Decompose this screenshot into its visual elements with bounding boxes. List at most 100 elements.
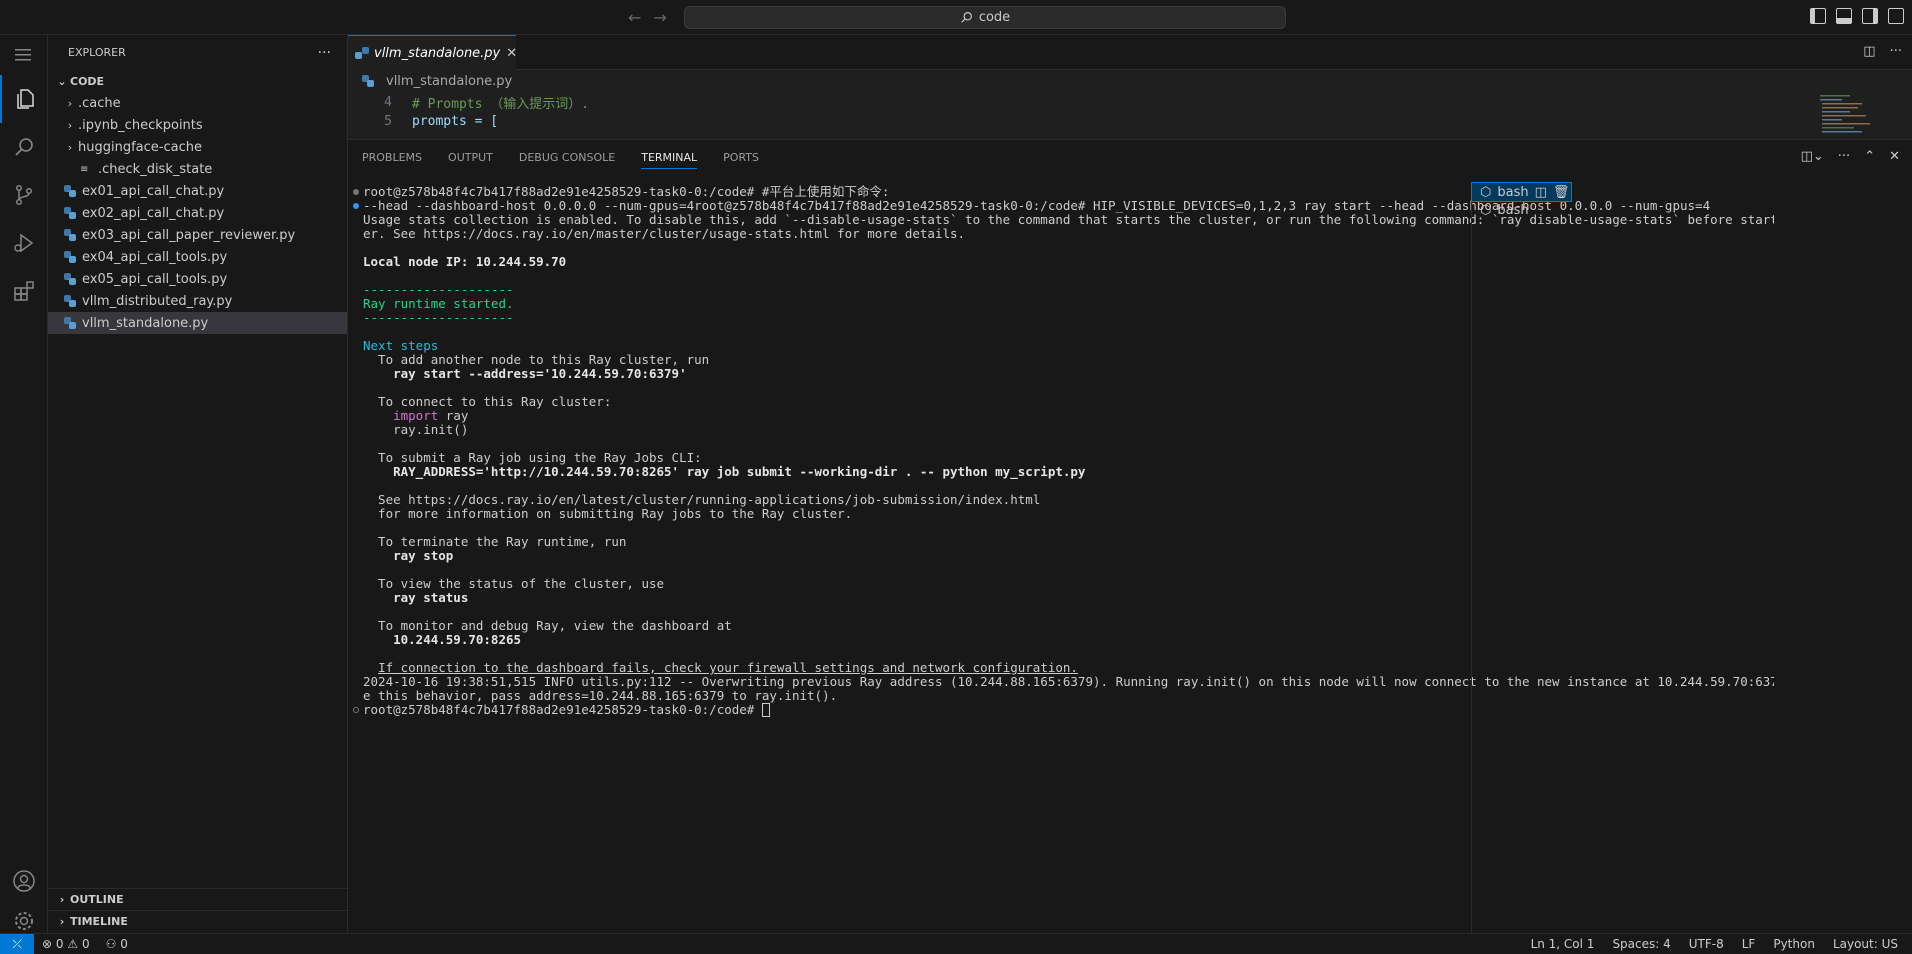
remote-indicator-icon[interactable]: ⤫ — [0, 933, 34, 954]
error-icon: ⊗ — [42, 937, 53, 951]
terminal-tab-label: bash — [1497, 202, 1529, 218]
trash-icon[interactable]: 🗑 — [1553, 185, 1570, 200]
code-comment: # Prompts （输入提示词）. — [412, 97, 590, 112]
chevron-right-icon: › — [59, 893, 65, 906]
tab-problems[interactable]: PROBLEMS — [362, 151, 422, 164]
tree-file-ex02[interactable]: ex02_api_call_chat.py — [48, 202, 347, 224]
terminal-text: To submit a Ray job using the Ray Jobs C… — [363, 451, 702, 465]
split-editor-icon[interactable]: ◫ — [1863, 44, 1875, 59]
tab-ports[interactable]: PORTS — [723, 151, 759, 164]
terminal-icon: ⬡ — [1480, 202, 1492, 218]
search-icon[interactable] — [0, 123, 48, 171]
chevron-right-icon: › — [67, 140, 73, 154]
timeline-label: TIMELINE — [70, 915, 128, 928]
forward-arrow-icon[interactable]: → — [653, 8, 666, 27]
back-arrow-icon[interactable]: ← — [628, 8, 641, 27]
problems-status[interactable]: ⊗ 0 ⚠ 0 — [42, 937, 90, 951]
end-of-line[interactable]: LF — [1742, 937, 1756, 951]
outline-section[interactable]: › OUTLINE — [48, 888, 348, 910]
keyboard-layout[interactable]: Layout: US — [1833, 937, 1898, 951]
editor-tab-bar: vllm_standalone.py ✕ ◫ ··· — [348, 35, 1912, 70]
run-and-debug-icon[interactable] — [0, 219, 48, 267]
tab-debug-console[interactable]: DEBUG CONSOLE — [519, 151, 615, 164]
close-panel-icon[interactable]: ✕ — [1889, 149, 1900, 164]
tree-file-vllm-distributed-ray[interactable]: vllm_distributed_ray.py — [48, 290, 347, 312]
tree-file-vllm-standalone[interactable]: vllm_standalone.py — [48, 312, 347, 334]
python-file-icon — [64, 185, 76, 197]
tree-file-ex05[interactable]: ex05_api_call_tools.py — [48, 268, 347, 290]
navigation-arrows: ← → — [628, 8, 667, 27]
tree-file-ex01[interactable]: ex01_api_call_chat.py — [48, 180, 347, 202]
terminal-text: e this behavior, pass address=10.244.88.… — [363, 689, 838, 703]
timeline-section[interactable]: › TIMELINE — [48, 910, 348, 932]
search-icon — [961, 12, 972, 23]
toggle-primary-sidebar-icon[interactable] — [1810, 8, 1826, 24]
terminal-keyword: import — [393, 409, 439, 423]
source-control-icon[interactable] — [0, 171, 48, 219]
terminal-tab-bash-1[interactable]: ⬡ bash ◫ 🗑 — [1471, 182, 1572, 202]
tree-file-label: ex04_api_call_tools.py — [82, 249, 228, 265]
tree-folder-cache[interactable]: › .cache — [48, 92, 347, 114]
terminal-text: ray — [438, 409, 469, 423]
tree-file-label: ex03_api_call_paper_reviewer.py — [82, 227, 296, 243]
explorer-icon[interactable] — [0, 75, 48, 123]
code-editor[interactable]: 4 # Prompts （输入提示词）. 5 prompts = [ — [348, 93, 1912, 137]
tree-folder-ipynb-checkpoints[interactable]: › .ipynb_checkpoints — [48, 114, 347, 136]
status-bar: ⤫ ⊗ 0 ⚠ 0 ⚇ 0 Ln 1, Col 1 Spaces: 4 UTF-… — [0, 933, 1912, 954]
command-center-search[interactable]: code — [684, 6, 1286, 29]
outline-label: OUTLINE — [70, 893, 124, 906]
terminal-tab-bash-2[interactable]: ⬡ bash — [1472, 201, 1571, 219]
tree-file-label: ex01_api_call_chat.py — [82, 183, 225, 199]
ports-status[interactable]: ⚇ 0 — [106, 937, 128, 951]
explorer-header: EXPLORER ··· — [48, 35, 347, 70]
terminal-text: Next steps — [363, 339, 439, 353]
toggle-panel-icon[interactable] — [1836, 8, 1852, 24]
terminal-text: To monitor and debug Ray, view the dashb… — [363, 619, 732, 633]
encoding[interactable]: UTF-8 — [1689, 937, 1724, 951]
tree-folder-huggingface-cache[interactable]: › huggingface-cache — [48, 136, 347, 158]
cursor-position[interactable]: Ln 1, Col 1 — [1531, 937, 1595, 951]
tree-file-ex03[interactable]: ex03_api_call_paper_reviewer.py — [48, 224, 347, 246]
code-line: 5 prompts = [ — [348, 112, 1912, 131]
python-file-icon — [64, 251, 76, 263]
close-tab-icon[interactable]: ✕ — [506, 46, 517, 61]
tree-folder-label: .cache — [78, 95, 121, 111]
tree-file-check-disk-state[interactable]: ≡ .check_disk_state — [48, 158, 347, 180]
title-bar: ← → code — [0, 0, 1912, 35]
maximize-panel-icon[interactable]: ⌃ — [1864, 149, 1875, 164]
layout-controls — [1810, 8, 1904, 24]
explorer-more-actions-icon[interactable]: ··· — [318, 45, 331, 61]
editor-tab-vllm-standalone[interactable]: vllm_standalone.py ✕ — [348, 35, 517, 70]
folder-root-code[interactable]: ⌄ CODE — [48, 70, 347, 92]
ports-count: 0 — [120, 937, 128, 951]
tree-file-ex04[interactable]: ex04_api_call_tools.py — [48, 246, 347, 268]
terminal-text: ray status — [363, 591, 469, 605]
breadcrumb-file[interactable]: vllm_standalone.py — [386, 74, 512, 89]
terminal-text: 10.244.59.70:8265 — [363, 633, 522, 647]
file-generic-icon: ≡ — [80, 163, 89, 175]
language-mode[interactable]: Python — [1773, 937, 1815, 951]
command-decoration-icon — [353, 189, 359, 195]
python-file-icon — [64, 229, 76, 241]
line-number: 4 — [384, 95, 392, 110]
status-right: Ln 1, Col 1 Spaces: 4 UTF-8 LF Python La… — [1531, 937, 1912, 951]
extensions-icon[interactable] — [0, 267, 48, 315]
tab-terminal[interactable]: TERMINAL — [641, 151, 698, 169]
terminal-text: for more information on submitting Ray j… — [363, 507, 853, 521]
customize-layout-icon[interactable] — [1888, 8, 1904, 24]
tab-output[interactable]: OUTPUT — [448, 151, 493, 164]
minimap[interactable] — [1808, 93, 1898, 137]
tree-file-label: ex05_api_call_tools.py — [82, 271, 228, 287]
python-file-icon — [64, 317, 76, 329]
terminal-text: ray start --address='10.244.59.70:6379' — [363, 367, 687, 381]
toggle-secondary-sidebar-icon[interactable] — [1862, 8, 1878, 24]
terminal-text: To connect to this Ray cluster: — [363, 395, 612, 409]
menu-icon[interactable] — [0, 35, 48, 75]
panel-more-actions-icon[interactable]: ··· — [1838, 149, 1850, 164]
editor-more-actions-icon[interactable]: ··· — [1890, 44, 1902, 59]
indentation[interactable]: Spaces: 4 — [1612, 937, 1670, 951]
terminal-text: root@z578b48f4c7b417f88ad2e91e4258529-ta… — [363, 185, 890, 199]
terminal-prompt: root@z578b48f4c7b417f88ad2e91e4258529-ta… — [363, 703, 762, 717]
split-terminal-icon[interactable]: ◫ — [1535, 185, 1547, 200]
split-terminal-icon[interactable]: ◫⌄ — [1801, 149, 1824, 164]
